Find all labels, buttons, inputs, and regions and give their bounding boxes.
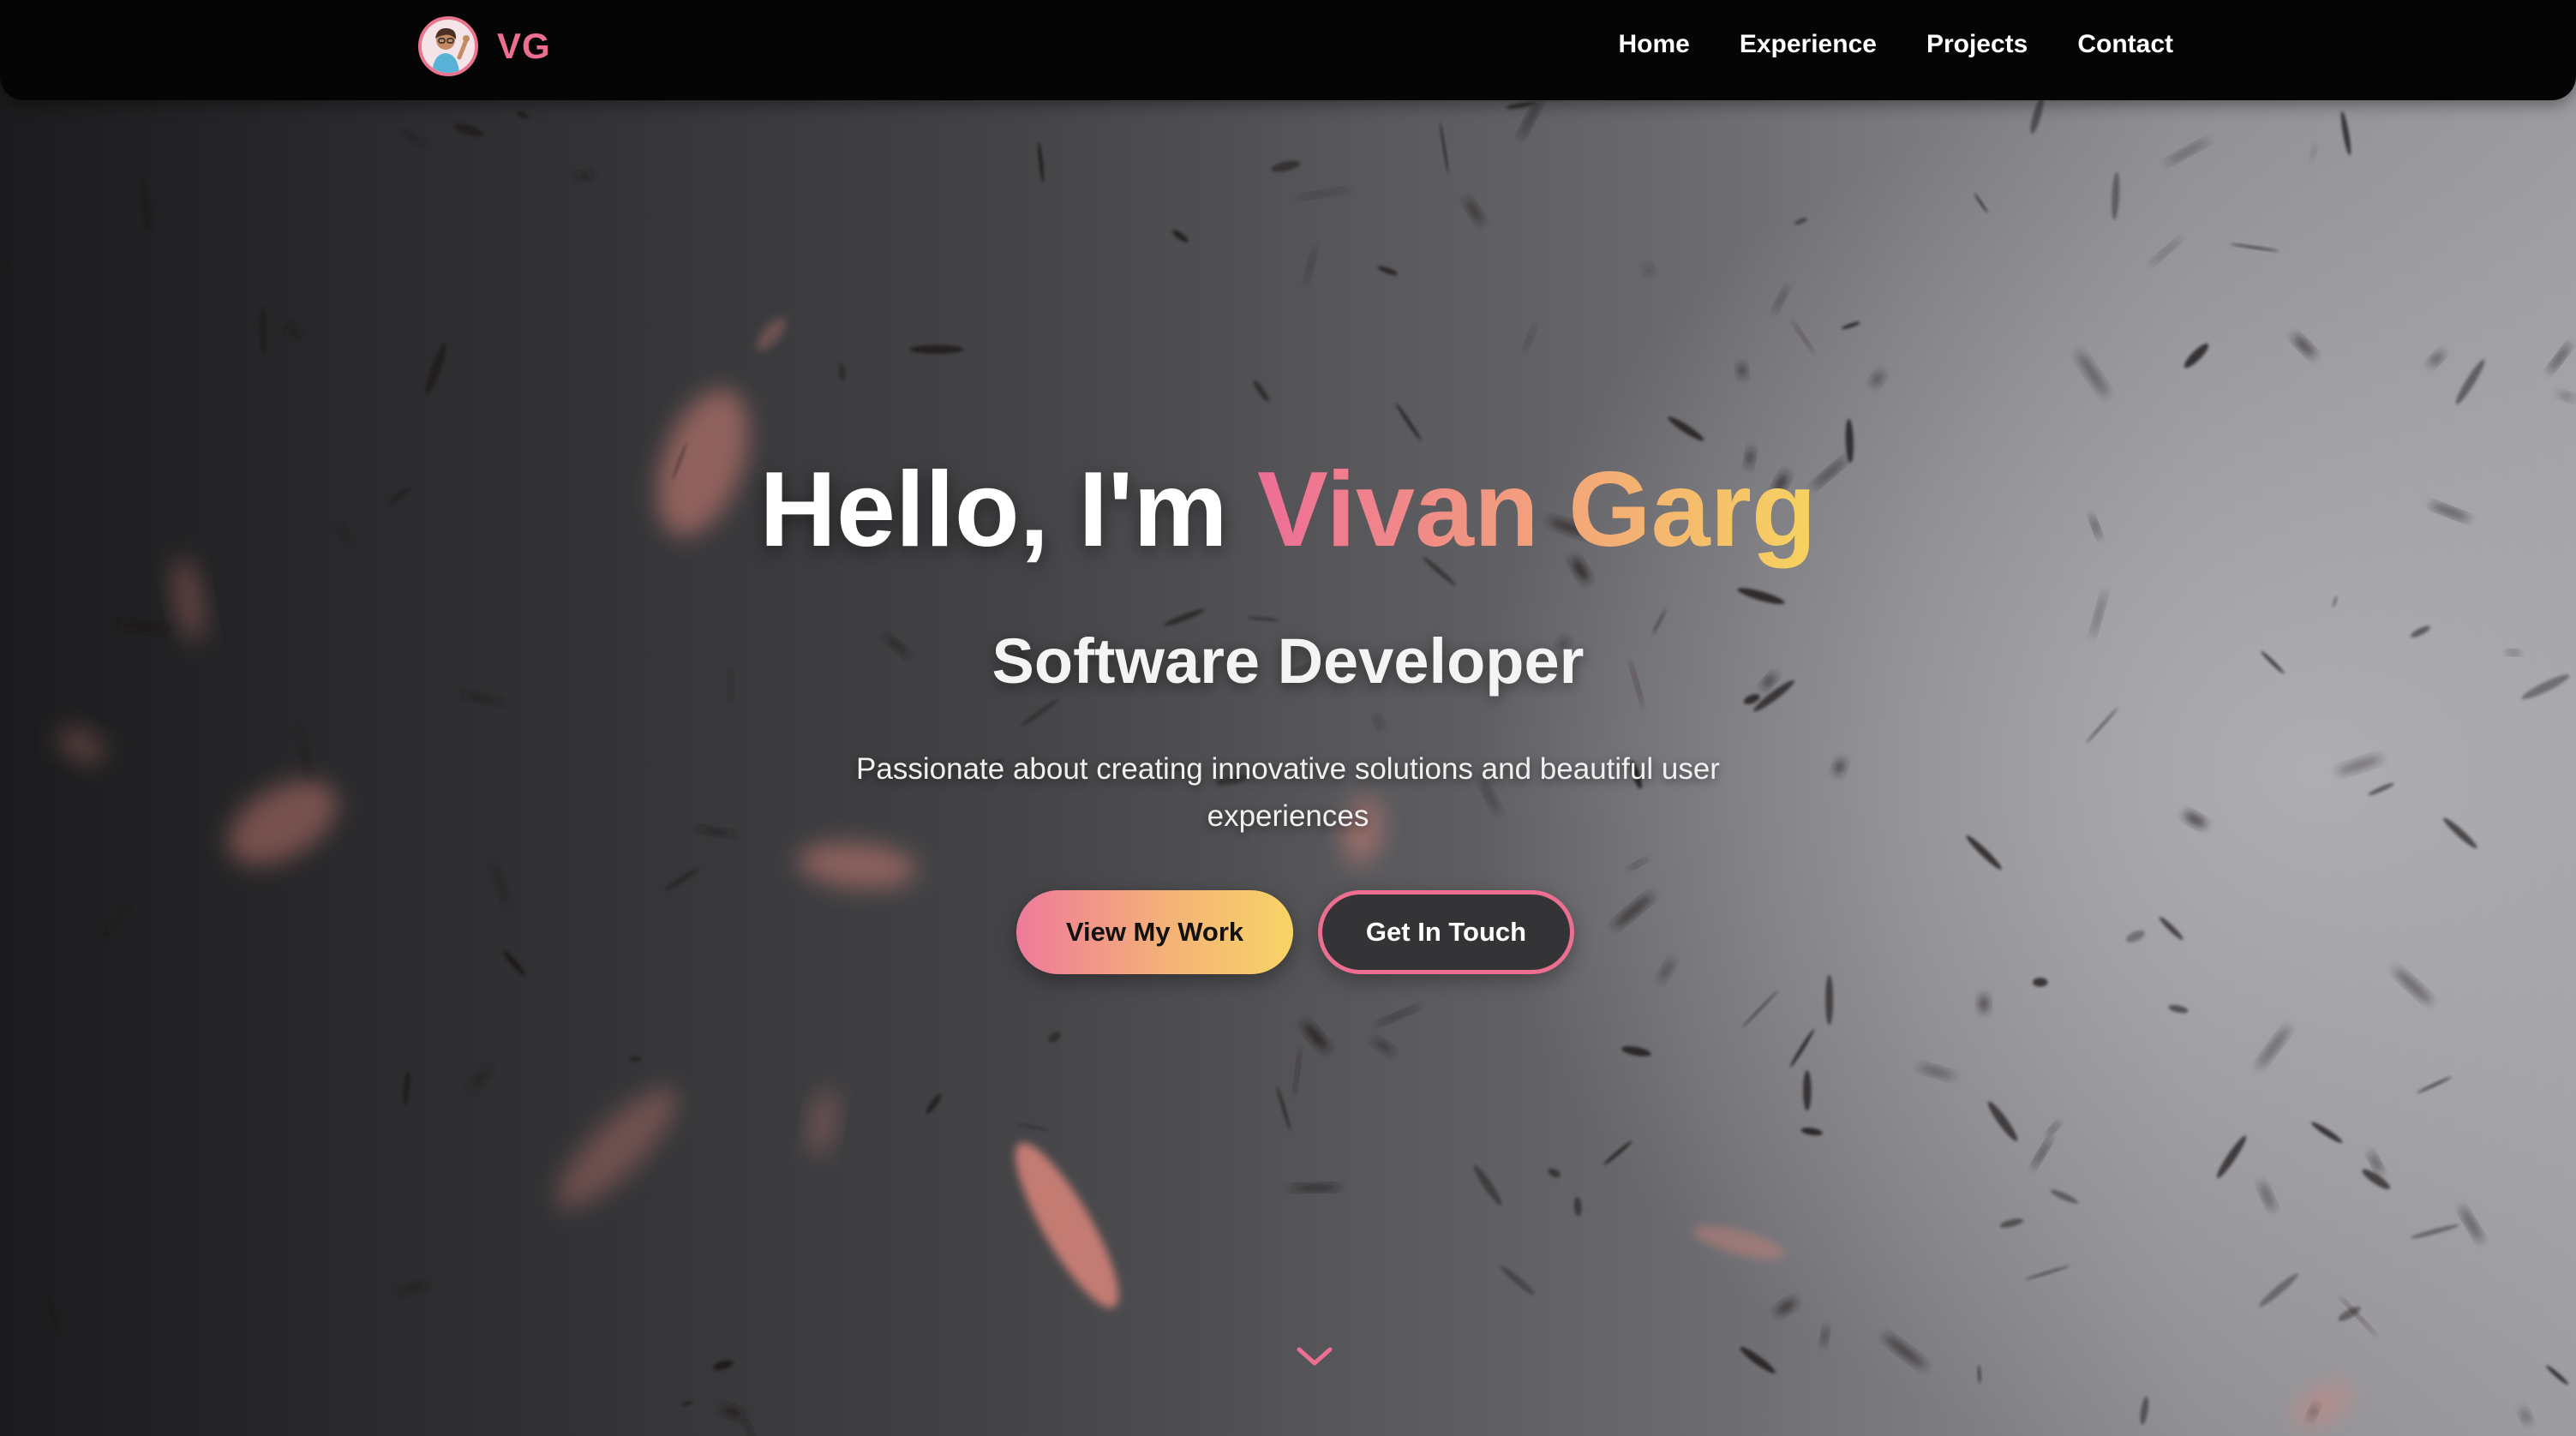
hero-tagline: Passionate about creating innovative sol… — [856, 752, 1720, 833]
brand-initials: VG — [497, 26, 551, 66]
nav-link-home[interactable]: Home — [1618, 26, 1689, 63]
nav-link-experience[interactable]: Experience — [1740, 26, 1877, 63]
hero-subtitle: Software Developer — [991, 625, 1585, 697]
chevron-down-icon[interactable] — [1292, 1341, 1337, 1372]
view-my-work-button[interactable]: View My Work — [1016, 890, 1293, 974]
nav-link-projects[interactable]: Projects — [1926, 26, 2028, 63]
hero-section: Hello, I'm Vivan Garg Software Developer… — [0, 0, 2576, 1436]
navbar: VG Home Experience Projects Contact — [0, 0, 2576, 100]
get-in-touch-button[interactable]: Get In Touch — [1318, 890, 1574, 974]
nav-links: Home Experience Projects Contact — [1568, 26, 2173, 63]
avatar-icon — [418, 16, 478, 76]
hero-headline: Hello, I'm Vivan Garg — [0, 446, 2576, 574]
nav-link-contact[interactable]: Contact — [2077, 26, 2173, 63]
brand-logo[interactable]: VG — [418, 12, 551, 81]
page: VG Home Experience Projects Contact Hell… — [0, 0, 2576, 1436]
hero-name: Vivan Garg — [1257, 451, 1817, 569]
hero-greeting: Hello, I'm — [759, 451, 1228, 569]
